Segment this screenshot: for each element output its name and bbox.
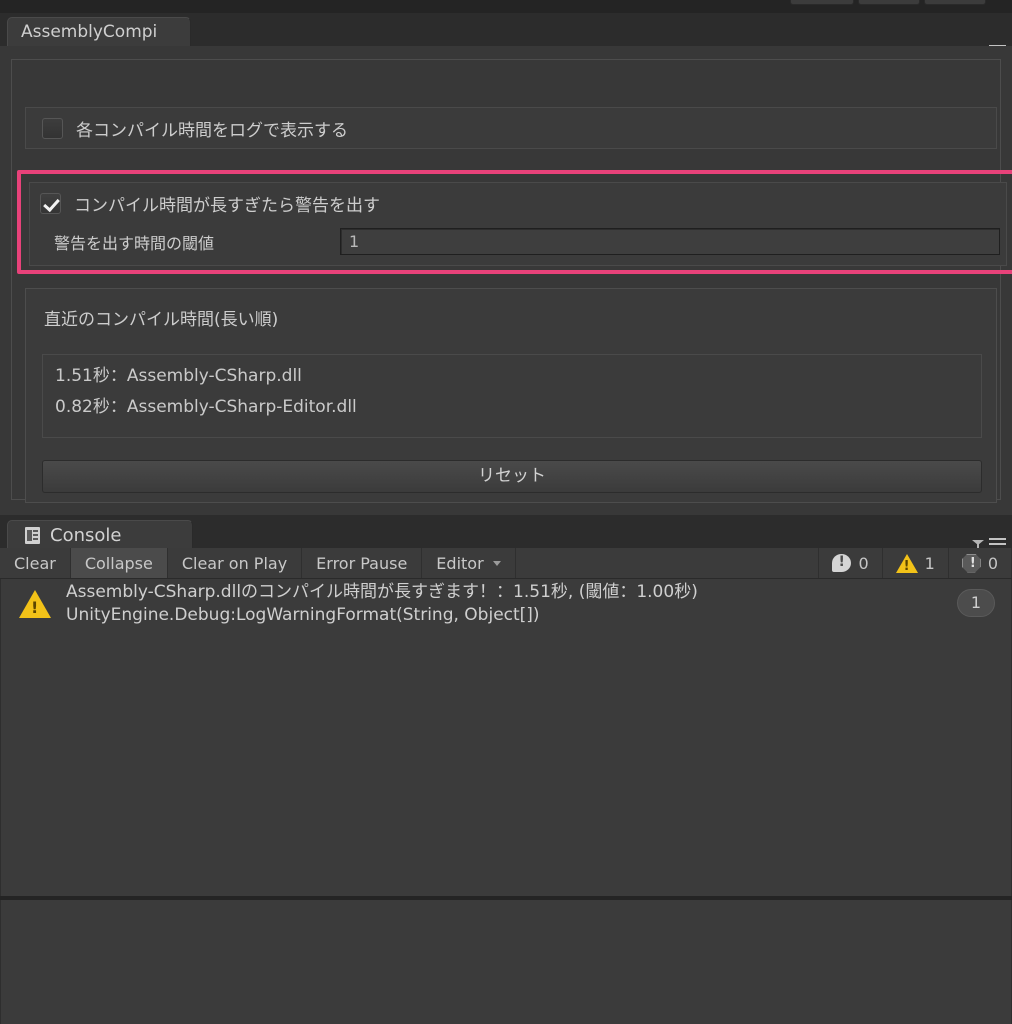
threshold-row: 警告を出す時間の閾値 1 (54, 228, 1000, 255)
error-pause-toggle[interactable]: Error Pause (302, 548, 423, 578)
warning-icon (19, 590, 51, 618)
error-count-label: 0 (987, 553, 998, 573)
clear-button[interactable]: Clear (0, 548, 71, 578)
toolbar-spacer (516, 548, 820, 578)
log-entry-line1: Assembly-CSharp.dllのコンパイル時間が長すぎます！：1.51秒… (66, 582, 698, 602)
warn-on-long-compile-label: コンパイル時間が長すぎたら警告を出す (74, 196, 380, 216)
console-log-list[interactable]: Assembly-CSharp.dllのコンパイル時間が長すぎます！：1.51秒… (0, 579, 1012, 896)
list-item: 0.82秒：Assembly-CSharp-Editor.dll (55, 397, 357, 417)
console-detail-pane (0, 900, 1012, 1024)
error-count-toggle[interactable]: 0 (949, 548, 1012, 578)
console-tab-label: Console (50, 524, 122, 546)
recent-compile-times-title: 直近のコンパイル時間(長い順) (44, 310, 279, 330)
highlight-border: コンパイル時間が長すぎたら警告を出す 警告を出す時間の閾値 1 (17, 170, 1012, 274)
cut-off-top-toolbar (0, 0, 1012, 13)
warn-settings-group: コンパイル時間が長すぎたら警告を出す 警告を出す時間の閾値 1 (29, 182, 1007, 266)
unity-editor-window: AssemblyCompi 各コンパイル時間をログで表示する コンパイル時間が長… (0, 0, 1012, 1024)
console-icon (25, 526, 40, 544)
info-count-label: 0 (858, 553, 869, 573)
editor-dropdown-label: Editor (436, 553, 484, 573)
chevron-down-icon (492, 560, 501, 566)
collapse-count-badge: 1 (957, 589, 995, 617)
log-each-compile-label: 各コンパイル時間をログで表示する (76, 120, 348, 141)
warn-on-long-compile-row[interactable]: コンパイル時間が長すぎたら警告を出す (40, 191, 380, 216)
recent-compile-times-list: 1.51秒：Assembly-CSharp.dll 0.82秒：Assembly… (42, 354, 982, 438)
assembly-panel-inner-frame: 各コンパイル時間をログで表示する コンパイル時間が長すぎたら警告を出す 警告を出… (11, 59, 1012, 503)
warning-count-label: 1 (924, 553, 935, 573)
assembly-compile-window: AssemblyCompi 各コンパイル時間をログで表示する コンパイル時間が長… (0, 13, 1012, 515)
warn-on-long-compile-checkbox[interactable] (40, 193, 61, 214)
collapse-toggle[interactable]: Collapse (70, 548, 168, 578)
clear-on-play-toggle[interactable]: Clear on Play (168, 548, 303, 578)
threshold-input[interactable]: 1 (340, 228, 1000, 255)
log-each-compile-row[interactable]: 各コンパイル時間をログで表示する (25, 107, 997, 149)
editor-dropdown[interactable]: Editor (422, 548, 516, 578)
tab-assembly-compi[interactable]: AssemblyCompi (7, 17, 191, 47)
console-toolbar: Clear Collapse Clear on Play Error Pause… (0, 548, 1012, 579)
recent-compile-times-group: 直近のコンパイル時間(長い順) 1.51秒：Assembly-CSharp.dl… (25, 288, 997, 503)
log-entry-text: Assembly-CSharp.dllのコンパイル時間が長すぎます！：1.51秒… (66, 581, 698, 627)
assembly-panel-body: 各コンパイル時間をログで表示する コンパイル時間が長すぎたら警告を出す 警告を出… (0, 46, 1012, 515)
top-toolbar-button-2[interactable] (858, 0, 920, 5)
reset-button[interactable]: リセット (42, 460, 982, 493)
warning-icon (895, 553, 918, 574)
top-toolbar-button-3[interactable] (924, 0, 986, 5)
info-icon (832, 554, 852, 572)
threshold-label: 警告を出す時間の閾値 (54, 233, 215, 253)
console-tab-bar: Console (0, 515, 1012, 550)
error-icon (961, 553, 981, 573)
log-entry-line2: UnityEngine.Debug:LogWarningFormat(Strin… (66, 605, 540, 625)
warning-count-toggle[interactable]: 1 (883, 548, 949, 578)
assembly-tab-bar: AssemblyCompi (0, 13, 1012, 57)
console-window: Console Clear Collapse Clear on Play Err… (0, 515, 1012, 1024)
list-item: 1.51秒：Assembly-CSharp.dll (55, 366, 302, 386)
tab-console[interactable]: Console (7, 520, 193, 549)
top-toolbar-button-1[interactable] (790, 0, 854, 5)
info-count-toggle[interactable]: 0 (819, 548, 883, 578)
log-each-compile-checkbox[interactable] (42, 117, 63, 139)
list-item[interactable]: Assembly-CSharp.dllのコンパイル時間が長すぎます！：1.51秒… (1, 579, 1011, 629)
